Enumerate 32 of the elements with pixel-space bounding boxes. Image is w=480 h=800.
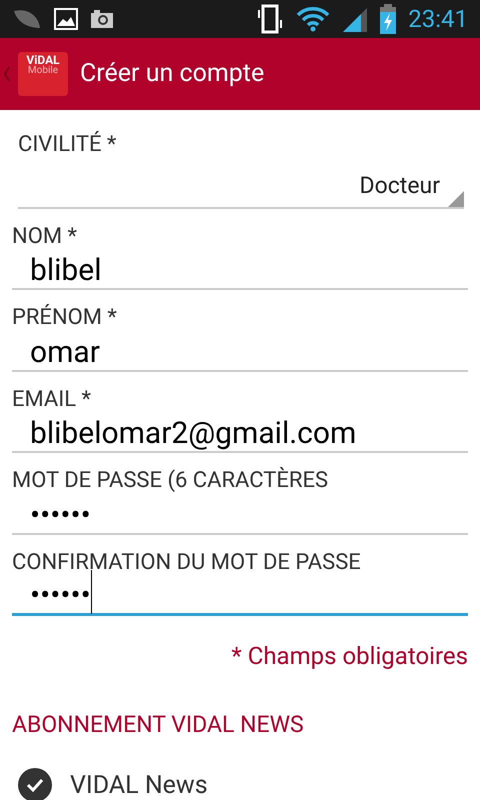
vibrate-icon	[256, 4, 284, 34]
checkbox-label: VIDAL News	[70, 770, 208, 800]
battery-icon	[380, 4, 396, 34]
field-label: MOT DE PASSE (6 CARACTÈRES	[12, 467, 330, 494]
camera-icon	[90, 9, 114, 29]
civility-dropdown[interactable]: Docteur	[18, 166, 464, 208]
field-label: CIVILITÉ *	[18, 131, 118, 158]
leaf-icon	[12, 8, 42, 30]
app-logo[interactable]: ViDAL Mobile	[18, 52, 68, 96]
field-label: CONFIRMATION DU MOT DE PASSE	[12, 548, 362, 576]
field-label: NOM *	[12, 222, 78, 250]
field-label: EMAIL *	[12, 386, 92, 413]
text-field[interactable]: blibel	[12, 250, 468, 290]
logo-subtitle: Mobile	[28, 66, 58, 76]
wifi-icon	[296, 6, 330, 32]
dropdown-corner-icon	[448, 190, 464, 206]
back-icon	[4, 66, 10, 82]
logo-title: ViDAL	[26, 54, 60, 66]
text-field[interactable]: omar	[12, 332, 468, 372]
text-field[interactable]: ••••••	[12, 576, 468, 616]
text-field[interactable]: ••••••	[12, 494, 468, 534]
image-icon	[54, 8, 78, 30]
clock: 23:41	[408, 4, 468, 35]
text-cursor	[90, 570, 92, 614]
check-icon	[26, 778, 44, 792]
signal-icon	[342, 6, 368, 32]
text-field[interactable]: blibelomar2@gmail.com	[12, 413, 468, 453]
required-note: * Champs obligatoires	[231, 641, 468, 672]
field-label: PRÉNOM *	[12, 304, 118, 332]
screen-title: Créer un compte	[80, 58, 264, 90]
section-title: ABONNEMENT VIDAL NEWS	[12, 710, 305, 740]
checkbox[interactable]	[18, 768, 52, 800]
